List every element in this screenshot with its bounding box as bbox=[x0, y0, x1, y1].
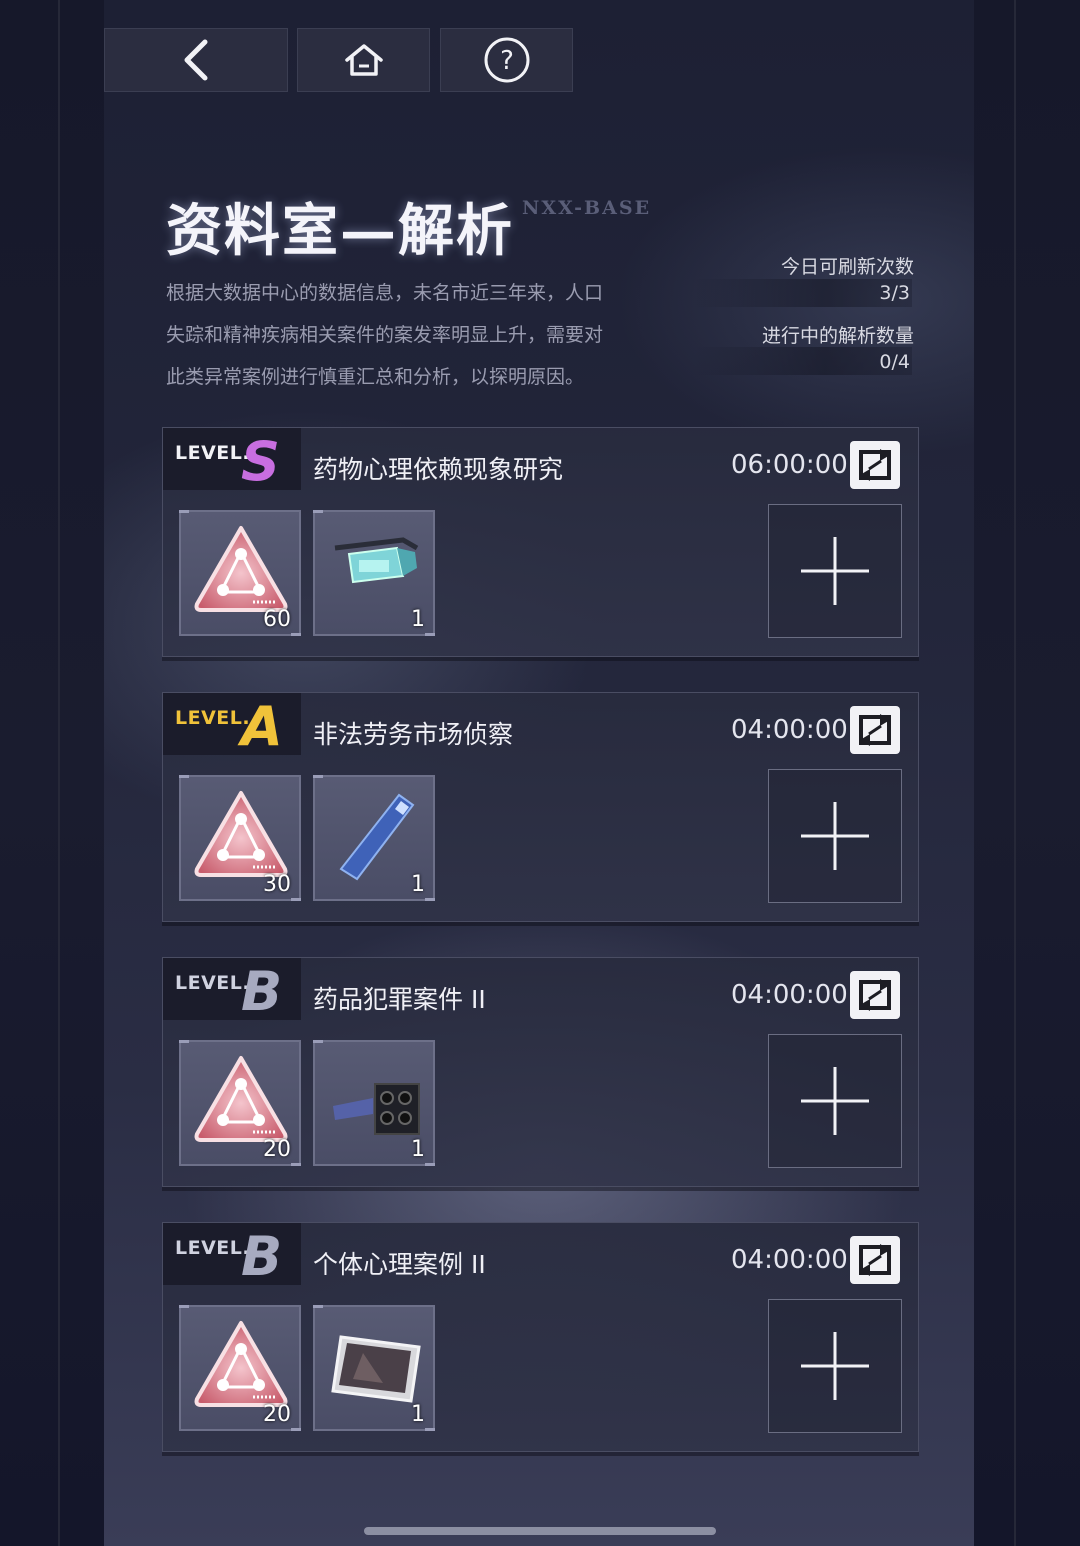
case-card[interactable]: LEVEL. S 药物心理依赖现象研究 06:00:00 60 1 bbox=[162, 427, 919, 657]
case-title: 药物心理依赖现象研究 bbox=[313, 455, 564, 484]
refresh-case-button[interactable] bbox=[850, 706, 900, 754]
case-duration: 04:00:00 bbox=[731, 715, 848, 745]
home-button[interactable] bbox=[297, 28, 430, 92]
case-title: 非法劳务市场侦察 bbox=[313, 720, 514, 749]
base-code: NXX-BASE bbox=[522, 197, 652, 219]
case-duration: 06:00:00 bbox=[731, 450, 848, 480]
level-badge: LEVEL. B bbox=[163, 1223, 301, 1288]
case-card[interactable]: LEVEL. B 药品犯罪案件 II 04:00:00 20 1 bbox=[162, 957, 919, 1187]
analysis-count-value: 0/4 bbox=[879, 351, 910, 373]
deco-line bbox=[58, 0, 60, 1546]
level-letter: A bbox=[241, 695, 283, 758]
case-title: 药品犯罪案件 II bbox=[313, 985, 486, 1014]
refresh-case-button[interactable] bbox=[850, 971, 900, 1019]
item-count: 1 bbox=[411, 1137, 425, 1162]
case-title: 个体心理案例 II bbox=[313, 1250, 486, 1279]
left-backdrop bbox=[0, 0, 104, 1546]
add-analyst-button[interactable] bbox=[768, 1034, 902, 1168]
refresh-icon bbox=[859, 979, 891, 1011]
level-badge: LEVEL. B bbox=[163, 958, 301, 1023]
level-word: LEVEL. bbox=[175, 1237, 251, 1259]
add-analyst-button[interactable] bbox=[768, 504, 902, 638]
case-card[interactable]: LEVEL. A 非法劳务市场侦察 04:00:00 30 1 bbox=[162, 692, 919, 922]
item-count: 1 bbox=[411, 607, 425, 632]
plus-icon bbox=[801, 802, 869, 870]
description-line: 失踪和精神疾病相关案件的案发率明显上升，需要对 bbox=[166, 324, 604, 346]
page-title: 资料室—解析 bbox=[166, 198, 514, 264]
reward-item-slot[interactable]: 20 bbox=[179, 1040, 301, 1166]
description: 根据大数据中心的数据信息，未名市近三年来，人口 失踪和精神疾病相关案件的案发率明… bbox=[166, 272, 666, 398]
level-badge: LEVEL. S bbox=[163, 428, 301, 493]
reward-item-slot[interactable]: 30 bbox=[179, 775, 301, 901]
level-word: LEVEL. bbox=[175, 707, 251, 729]
level-letter: B bbox=[241, 1225, 283, 1288]
svg-text:?: ? bbox=[500, 46, 514, 76]
question-circle-icon: ? bbox=[484, 37, 529, 83]
chevron-left-icon bbox=[184, 39, 208, 81]
home-indicator bbox=[364, 1527, 716, 1535]
item-count: 60 bbox=[263, 607, 291, 632]
back-button[interactable] bbox=[104, 28, 288, 92]
case-duration: 04:00:00 bbox=[731, 1245, 848, 1275]
add-analyst-button[interactable] bbox=[768, 1299, 902, 1433]
description-line: 此类异常案例进行慎重汇总和分析，以探明原因。 bbox=[166, 366, 585, 388]
level-word: LEVEL. bbox=[175, 972, 251, 994]
add-analyst-button[interactable] bbox=[768, 769, 902, 903]
help-button[interactable]: ? bbox=[440, 28, 573, 92]
item-count: 1 bbox=[411, 872, 425, 897]
item-count: 20 bbox=[263, 1137, 291, 1162]
refresh-count-label: 今日可刷新次数 bbox=[780, 256, 914, 278]
plus-icon bbox=[801, 1332, 869, 1400]
case-duration: 04:00:00 bbox=[731, 980, 848, 1010]
reward-item-slot[interactable]: 20 bbox=[179, 1305, 301, 1431]
reward-item-slot[interactable]: 1 bbox=[313, 1040, 435, 1166]
plus-icon bbox=[801, 1067, 869, 1135]
item-count: 20 bbox=[263, 1402, 291, 1427]
refresh-icon bbox=[859, 714, 891, 746]
reward-item-slot[interactable]: 1 bbox=[313, 510, 435, 636]
level-letter: S bbox=[241, 430, 280, 493]
refresh-icon bbox=[859, 449, 891, 481]
analysis-count-label: 进行中的解析数量 bbox=[761, 325, 914, 347]
refresh-case-button[interactable] bbox=[850, 441, 900, 489]
refresh-count-value: 3/3 bbox=[879, 282, 910, 304]
deco-line bbox=[1014, 0, 1016, 1546]
description-line: 根据大数据中心的数据信息，未名市近三年来，人口 bbox=[166, 282, 604, 304]
right-backdrop bbox=[974, 0, 1080, 1546]
level-letter: B bbox=[241, 960, 283, 1023]
item-count: 1 bbox=[411, 1402, 425, 1427]
reward-item-slot[interactable]: 1 bbox=[313, 775, 435, 901]
refresh-case-button[interactable] bbox=[850, 1236, 900, 1284]
level-badge: LEVEL. A bbox=[163, 693, 301, 758]
home-icon bbox=[344, 44, 383, 76]
reward-item-slot[interactable]: 1 bbox=[313, 1305, 435, 1431]
reward-item-slot[interactable]: 60 bbox=[179, 510, 301, 636]
plus-icon bbox=[801, 537, 869, 605]
case-card[interactable]: LEVEL. B 个体心理案例 II 04:00:00 20 1 bbox=[162, 1222, 919, 1452]
refresh-icon bbox=[859, 1244, 891, 1276]
level-word: LEVEL. bbox=[175, 442, 251, 464]
item-count: 30 bbox=[263, 872, 291, 897]
